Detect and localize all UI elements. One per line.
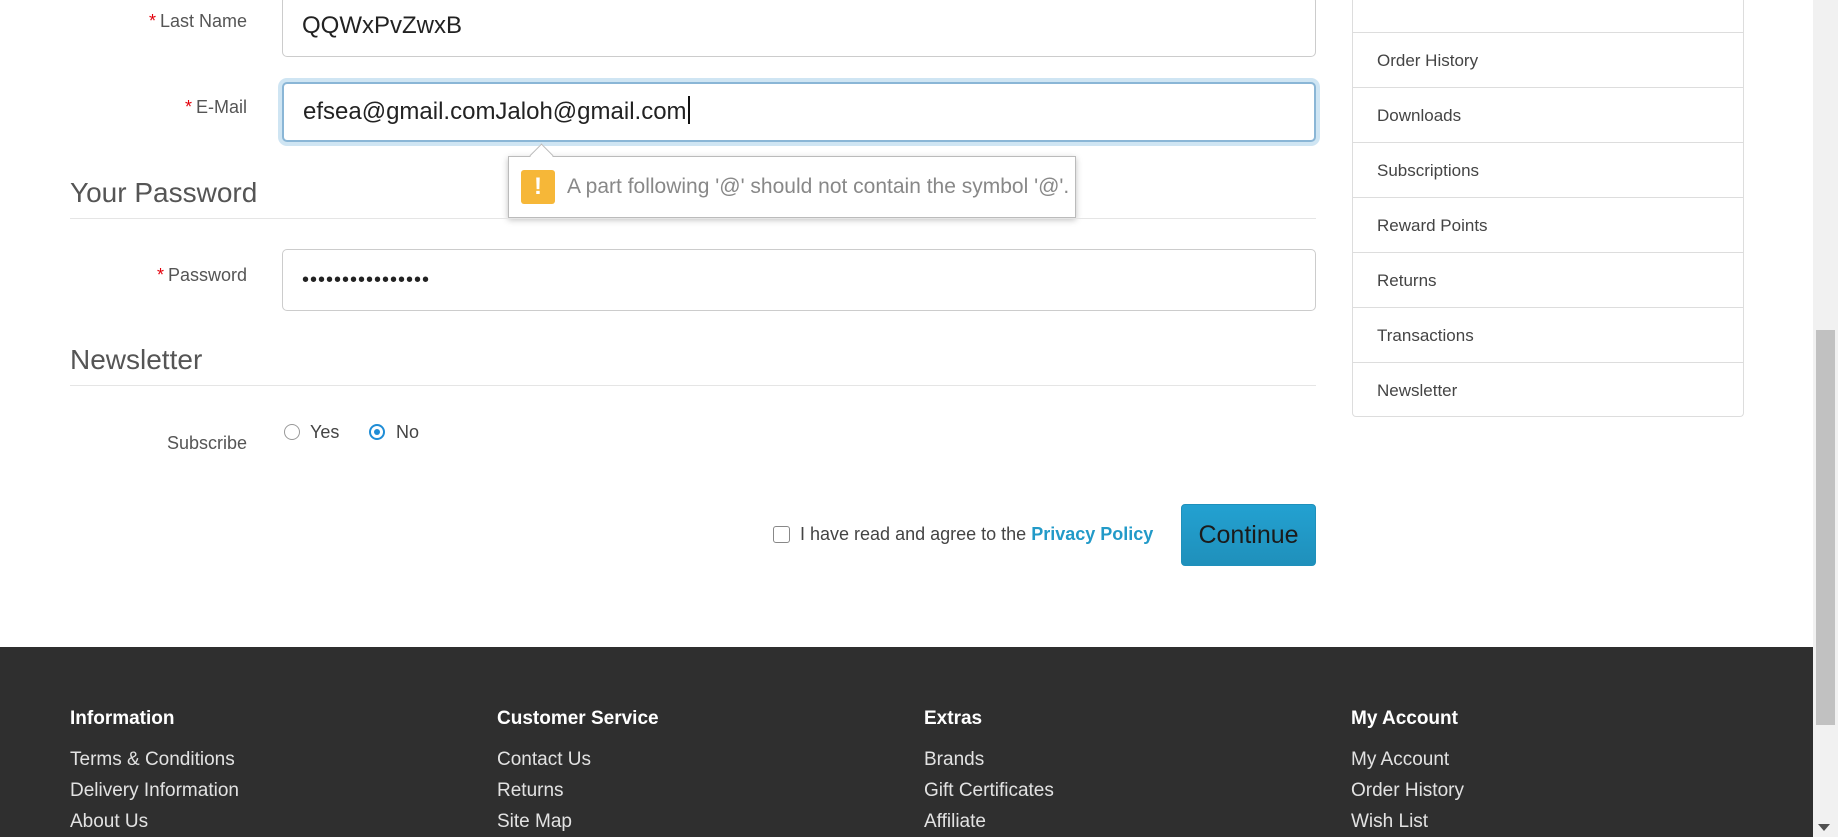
sidebar-item-transactions[interactable]: Transactions xyxy=(1353,307,1743,362)
continue-button[interactable]: Continue xyxy=(1181,504,1316,566)
newsletter-section-divider xyxy=(70,385,1316,386)
privacy-agree-checkbox[interactable] xyxy=(773,526,790,543)
text-caret xyxy=(687,96,690,124)
privacy-policy-link[interactable]: Privacy Policy xyxy=(1031,524,1153,544)
scroll-down-arrow-icon[interactable] xyxy=(1818,824,1830,831)
password-label: * Password xyxy=(156,265,247,285)
footer-link[interactable]: Delivery Information xyxy=(70,780,239,802)
subscribe-label: Subscribe xyxy=(166,433,247,453)
password-section-title: Your Password xyxy=(70,177,258,208)
scrollbar-thumb[interactable] xyxy=(1816,330,1835,725)
last-name-label: * Last Name xyxy=(148,11,247,31)
account-sidebar: Wish List Order History Downloads Subscr… xyxy=(1352,0,1744,417)
sidebar-item-downloads[interactable]: Downloads xyxy=(1353,87,1743,142)
footer-link[interactable]: Wish List xyxy=(1351,811,1428,833)
footer-link[interactable]: Brands xyxy=(924,749,984,771)
site-footer: Information Terms & Conditions Delivery … xyxy=(0,647,1813,837)
sidebar-item-newsletter[interactable]: Newsletter xyxy=(1353,362,1743,417)
email-validation-tooltip: ! A part following '@' should not contai… xyxy=(508,143,1076,218)
footer-link[interactable]: Gift Certificates xyxy=(924,780,1054,802)
privacy-agree-text: I have read and agree to the Privacy Pol… xyxy=(800,524,1154,544)
footer-link[interactable]: Order History xyxy=(1351,780,1464,802)
email-input[interactable]: efsea@gmail.comJaloh@gmail.com xyxy=(282,82,1316,142)
footer-link[interactable]: Returns xyxy=(497,780,564,802)
footer-heading-extras: Extras xyxy=(924,708,983,729)
last-name-input[interactable]: QQWxPvZwxB xyxy=(282,0,1316,57)
footer-heading-customer-service: Customer Service xyxy=(497,708,659,729)
footer-link[interactable]: My Account xyxy=(1351,749,1449,771)
email-label: * E-Mail xyxy=(184,97,247,117)
footer-link[interactable]: Contact Us xyxy=(497,749,591,771)
footer-link[interactable]: About Us xyxy=(70,811,148,833)
sidebar-item-subscriptions[interactable]: Subscriptions xyxy=(1353,142,1743,197)
footer-heading-information: Information xyxy=(70,708,175,729)
password-section-divider xyxy=(70,218,1316,219)
sidebar-item-reward-points[interactable]: Reward Points xyxy=(1353,197,1743,252)
subscribe-no-label[interactable]: No xyxy=(396,422,419,443)
footer-link[interactable]: Terms & Conditions xyxy=(70,749,235,771)
newsletter-section-title: Newsletter xyxy=(70,344,203,375)
footer-heading-my-account: My Account xyxy=(1351,708,1458,729)
warning-icon: ! xyxy=(521,170,555,204)
footer-link[interactable]: Site Map xyxy=(497,811,572,833)
sidebar-item-returns[interactable]: Returns xyxy=(1353,252,1743,307)
subscribe-no-radio[interactable] xyxy=(369,424,385,440)
footer-link[interactable]: Affiliate xyxy=(924,811,986,833)
tooltip-arrow xyxy=(529,143,554,168)
subscribe-yes-label[interactable]: Yes xyxy=(310,422,339,443)
sidebar-item-order-history[interactable]: Order History xyxy=(1353,32,1743,87)
subscribe-yes-radio[interactable] xyxy=(284,424,300,440)
password-input[interactable]: •••••••••••••••• xyxy=(282,249,1316,311)
sidebar-item-wish-list[interactable]: Wish List xyxy=(1353,0,1743,22)
